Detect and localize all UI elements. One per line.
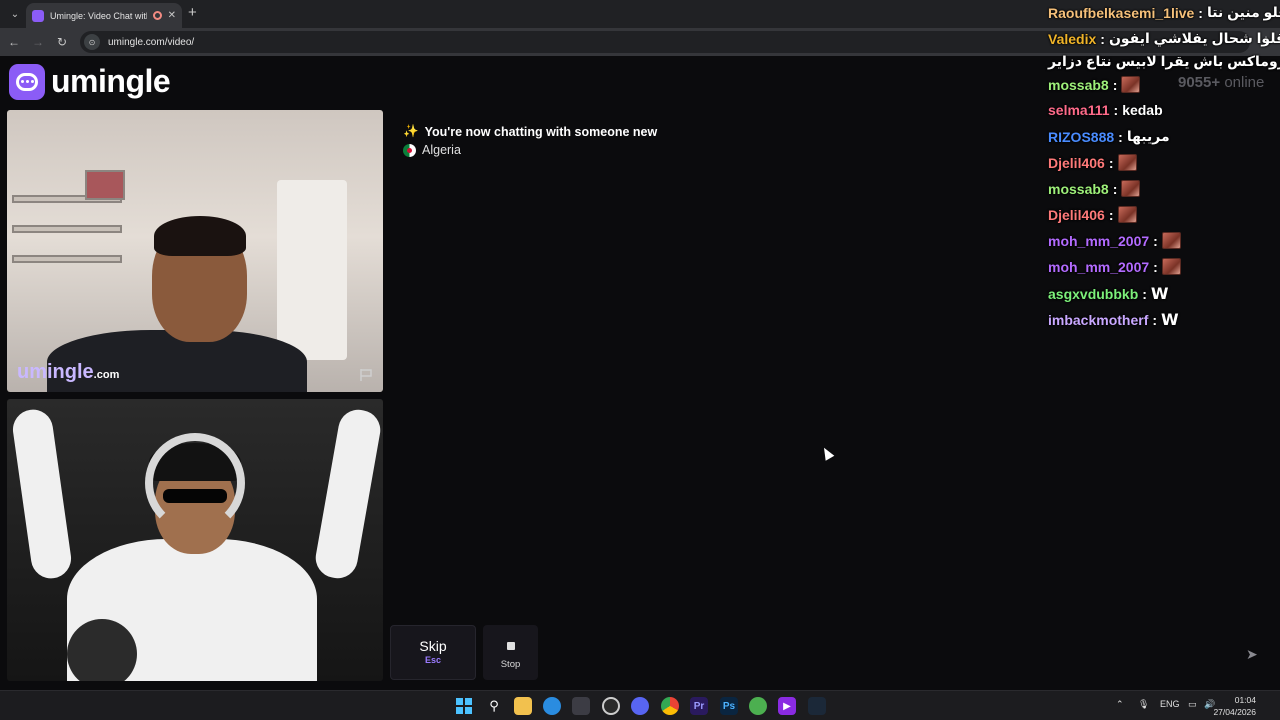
stream-chat-line: mossab8:: [1048, 180, 1141, 197]
photoshop-icon[interactable]: Ps: [720, 697, 738, 715]
chat-bubble-logo-icon: [9, 63, 45, 100]
chat-username: Djelil406: [1048, 206, 1105, 223]
stop-button[interactable]: Stop: [483, 625, 538, 680]
forward-arrow-icon[interactable]: →: [30, 34, 46, 50]
stream-chat-line: RIZOS888: مريبها: [1048, 128, 1170, 145]
file-explorer-icon[interactable]: [514, 697, 532, 715]
site-info-icon[interactable]: ⊙: [84, 34, 100, 50]
chat-emote-icon: [1161, 232, 1181, 249]
stream-chat-line: Raoufbelkasemi_1live: قلو منين نتا: [1048, 4, 1280, 21]
chat-emote-icon: [1121, 76, 1141, 93]
report-flag-icon[interactable]: [359, 368, 373, 382]
chat-emote-icon: [1161, 258, 1181, 275]
chat-username: Raoufbelkasemi_1live: [1048, 4, 1195, 21]
chat-username: mossab8: [1048, 180, 1109, 197]
w-emote-icon: W: [1161, 310, 1179, 329]
tab-close-icon[interactable]: ✕: [168, 10, 176, 21]
stream-chat-overlay: Raoufbelkasemi_1live: قلو منين نتا Valedix…: [1046, 0, 1280, 340]
chat-username: moh_mm_2007: [1048, 258, 1150, 275]
sparkle-icon: ✨: [403, 124, 419, 138]
windows-taskbar: ⚲ Pr Ps ▶ ⌃ 🎙 ENG ▭ 🔊 01:04 27/04/2026: [0, 690, 1280, 720]
site-logo[interactable]: umingle: [9, 63, 171, 100]
chat-message-text: قلو منين نتا: [1206, 4, 1280, 20]
tab-title: Umingle: Video Chat with Strangers: [50, 10, 147, 21]
stranger-video: umingle.com: [7, 110, 383, 392]
tab-search-icon[interactable]: ⌄: [6, 5, 24, 23]
stranger-country: Algeria: [403, 143, 461, 157]
self-video: [7, 399, 383, 681]
video-watermark: umingle.com: [17, 361, 120, 383]
stream-chat-line: 11بروماكس باش يقرا لابيس نتاع دزاير: [1048, 53, 1280, 70]
tray-overflow-icon[interactable]: ⌃: [1116, 699, 1124, 710]
chat-username: selma111: [1048, 102, 1110, 118]
chat-username: moh_mm_2007: [1048, 232, 1150, 249]
microphone-icon[interactable]: 🎙: [1138, 699, 1149, 710]
utorrent-icon[interactable]: [749, 697, 767, 715]
edge-icon[interactable]: [543, 697, 561, 715]
chat-username: Djelil406: [1048, 154, 1105, 171]
chat-username: RIZOS888: [1048, 128, 1115, 145]
stream-chat-line: Valedix:بلخوا قلوا شحال يفلاشي ايفون: [1048, 30, 1280, 47]
back-arrow-icon[interactable]: ←: [6, 34, 22, 50]
stream-chat-line: asgxvdubbkb: W: [1048, 284, 1169, 303]
chat-message-text: بلخوا قلوا شحال يفلاشي ايفون: [1108, 30, 1280, 46]
network-icon[interactable]: ▭: [1188, 699, 1197, 710]
algeria-flag-icon: [403, 143, 416, 157]
chat-message-text: kedab: [1122, 102, 1163, 118]
umingle-favicon-icon: [32, 9, 44, 22]
stream-chat-line: Djelil406:: [1048, 206, 1137, 223]
message-input[interactable]: [545, 625, 1272, 680]
search-icon[interactable]: ⚲: [485, 697, 503, 715]
skip-button[interactable]: Skip Esc: [390, 625, 476, 680]
stream-chat-line: mossab8:: [1048, 76, 1141, 93]
obs-icon[interactable]: [602, 697, 620, 715]
logo-text: umingle: [51, 63, 171, 99]
url-text[interactable]: umingle.com/video/: [108, 37, 194, 48]
browser-tab[interactable]: Umingle: Video Chat with Strangers ✕: [26, 3, 182, 28]
skip-shortcut-hint: Esc: [424, 655, 441, 665]
chat-username: Valedix: [1048, 30, 1097, 47]
chat-username: mossab8: [1048, 76, 1109, 93]
system-message: ✨ You're now chatting with someone new: [403, 124, 658, 139]
chat-message-text: 11بروماكس باش يقرا لابيس نتاع دزاير: [1048, 53, 1280, 69]
chat-username: imbackmotherf: [1048, 311, 1149, 328]
chat-emote-icon: [1117, 154, 1137, 171]
stream-chat-line: imbackmotherf: W: [1048, 310, 1179, 329]
media-player-icon[interactable]: ▶: [778, 697, 796, 715]
stream-chat-line: selma111: kedab: [1048, 102, 1163, 118]
taskbar-clock[interactable]: 01:04 27/04/2026: [1213, 694, 1256, 718]
windows-start-icon[interactable]: [455, 697, 473, 715]
chat-emote-icon: [1117, 206, 1137, 223]
stop-icon: [506, 642, 515, 650]
chat-message-text: مريبها: [1126, 128, 1170, 144]
chat-emote-icon: [1121, 180, 1141, 197]
new-tab-button[interactable]: +: [188, 5, 197, 21]
w-emote-icon: W: [1150, 284, 1169, 303]
store-icon[interactable]: [572, 697, 590, 715]
recording-indicator-icon: [152, 11, 162, 20]
stream-chat-line: moh_mm_2007:: [1048, 232, 1181, 249]
premiere-icon[interactable]: Pr: [690, 697, 708, 715]
chrome-icon[interactable]: [661, 697, 679, 715]
stream-chat-line: moh_mm_2007:: [1048, 258, 1181, 275]
steam-icon[interactable]: [808, 697, 826, 715]
language-indicator[interactable]: ENG: [1160, 699, 1180, 709]
reload-icon[interactable]: ↻: [54, 34, 70, 50]
send-icon[interactable]: ➤: [1246, 646, 1258, 663]
stream-chat-line: Djelil406:: [1048, 154, 1137, 171]
discord-icon[interactable]: [631, 697, 649, 715]
chat-username: asgxvdubbkb: [1048, 285, 1139, 302]
